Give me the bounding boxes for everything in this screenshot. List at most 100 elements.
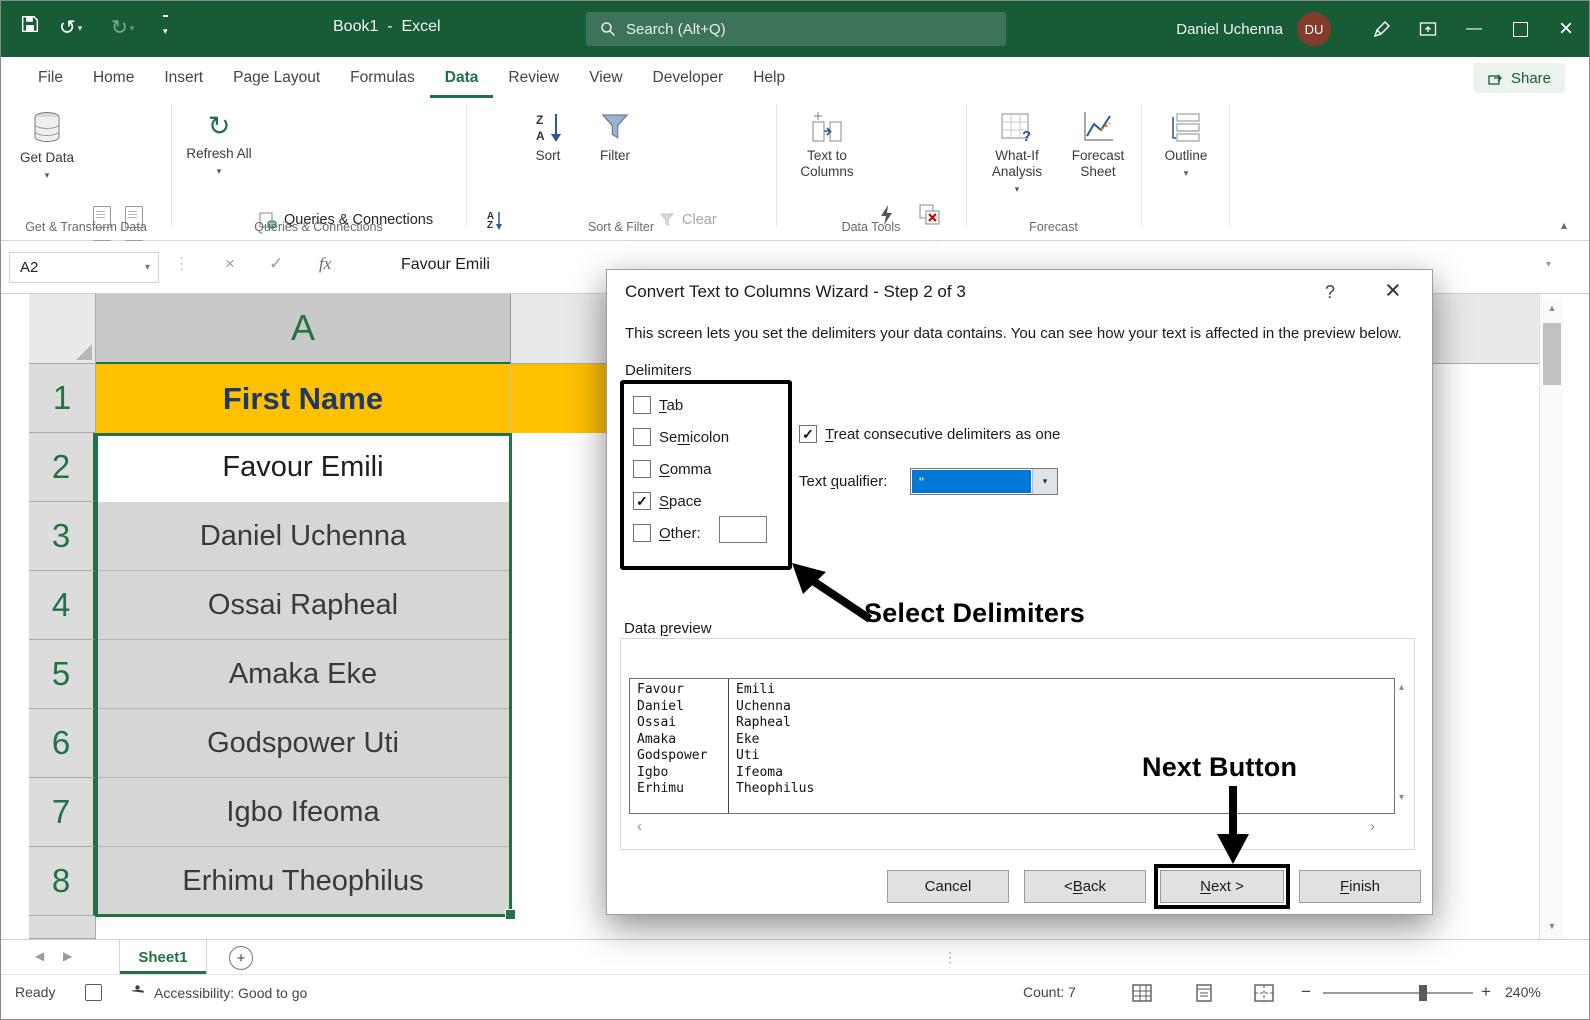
share-button[interactable]: Share	[1473, 63, 1565, 93]
filter-button[interactable]: Filter	[587, 104, 643, 214]
accessibility-status[interactable]: Accessibility: Good to go	[129, 984, 307, 1001]
space-checkbox[interactable]: ✓	[633, 492, 651, 510]
text-qualifier-dropdown-button[interactable]: ▾	[1032, 469, 1057, 494]
tab-developer[interactable]: Developer	[638, 57, 739, 98]
expand-formula-bar-button[interactable]: ▾	[1546, 259, 1551, 270]
checkbox-other[interactable]: ✓ Other:	[633, 524, 701, 542]
redo-button[interactable]: ↻▾	[111, 15, 134, 41]
cell-a3[interactable]: Daniel Uchenna	[96, 502, 511, 571]
minimize-button[interactable]: —	[1451, 1, 1497, 57]
close-button[interactable]: ×	[1543, 1, 1589, 57]
fill-handle[interactable]	[505, 909, 516, 920]
insert-function-button[interactable]: fx	[319, 254, 331, 274]
tab-checkbox[interactable]: ✓	[633, 396, 651, 414]
page-break-view-button[interactable]	[1251, 982, 1277, 1004]
get-data-button[interactable]: Get Data ▾	[9, 104, 85, 214]
cell-a8[interactable]: Erhimu Theophilus	[96, 847, 511, 916]
outline-button[interactable]: Outline ▾	[1155, 104, 1217, 214]
tab-view[interactable]: View	[574, 57, 637, 98]
back-button[interactable]: < Back	[1024, 870, 1146, 903]
tab-help[interactable]: Help	[738, 57, 800, 98]
vertical-scroll-thumb[interactable]	[1543, 323, 1561, 385]
row-header-9[interactable]	[29, 916, 96, 939]
cell-a6[interactable]: Godspower Uti	[96, 709, 511, 778]
cell-a7[interactable]: Igbo Ifeoma	[96, 778, 511, 847]
scroll-down-button[interactable]: ▼	[1540, 915, 1564, 937]
row-header-7[interactable]: 7	[29, 778, 96, 847]
preview-scroll-right-button[interactable]: ›	[1370, 818, 1375, 835]
cell-a5[interactable]: Amaka Eke	[96, 640, 511, 709]
user-avatar[interactable]: DU	[1297, 12, 1331, 46]
semicolon-checkbox[interactable]: ✓	[633, 428, 651, 446]
row-header-1[interactable]: 1	[29, 364, 96, 433]
cancel-entry-button[interactable]: ×	[225, 254, 235, 274]
dialog-close-button[interactable]: ×	[1385, 275, 1401, 306]
confirm-entry-button[interactable]: ✓	[269, 254, 283, 274]
collapse-ribbon-button[interactable]: ▴	[1561, 218, 1567, 232]
tab-data[interactable]: Data	[430, 57, 494, 98]
tab-home[interactable]: Home	[78, 57, 149, 98]
select-all-corner[interactable]	[29, 294, 96, 364]
sort-button[interactable]: ZA Sort	[519, 104, 577, 214]
checkbox-tab[interactable]: ✓ Tab	[633, 396, 683, 414]
vertical-scrollbar[interactable]: ▲ ▼	[1539, 297, 1563, 939]
normal-view-button[interactable]	[1129, 982, 1155, 1004]
text-to-columns-button[interactable]: Text to Columns	[789, 104, 865, 214]
scroll-up-button[interactable]: ▲	[1540, 297, 1564, 319]
new-sheet-button[interactable]: +	[229, 946, 253, 970]
sheet-tab-sheet1[interactable]: Sheet1	[119, 940, 207, 974]
column-header-a[interactable]: A	[96, 294, 511, 364]
zoom-slider[interactable]	[1323, 992, 1473, 994]
tab-insert[interactable]: Insert	[149, 57, 218, 98]
other-delimiter-input[interactable]	[719, 516, 767, 543]
preview-scroll-down-button[interactable]: ▾	[1399, 792, 1404, 803]
zoom-slider-thumb[interactable]	[1419, 985, 1427, 1001]
checkbox-comma[interactable]: ✓ Comma	[633, 460, 712, 478]
record-macro-button[interactable]	[85, 984, 102, 1001]
next-button[interactable]: Next >	[1160, 870, 1284, 903]
coming-soon-button[interactable]	[1359, 1, 1405, 57]
cell-a4[interactable]: Ossai Rapheal	[96, 571, 511, 640]
zoom-in-button[interactable]: +	[1481, 982, 1491, 1002]
row-header-4[interactable]: 4	[29, 571, 96, 640]
customize-qat-button[interactable]: ▾	[163, 15, 168, 44]
preview-column-divider[interactable]	[728, 679, 729, 813]
dialog-help-button[interactable]: ?	[1325, 282, 1335, 303]
row-header-5[interactable]: 5	[29, 640, 96, 709]
maximize-button[interactable]	[1497, 1, 1543, 57]
preview-scroll-up-button[interactable]: ▴	[1399, 682, 1404, 693]
row-header-3[interactable]: 3	[29, 502, 96, 571]
what-if-analysis-button[interactable]: ? What-If Analysis ▾	[981, 104, 1053, 214]
prev-sheet-button[interactable]: ◀	[35, 949, 44, 963]
zoom-level[interactable]: 240%	[1505, 984, 1541, 1000]
other-checkbox[interactable]: ✓	[633, 524, 651, 542]
tab-review[interactable]: Review	[493, 57, 574, 98]
zoom-out-button[interactable]: −	[1301, 982, 1311, 1002]
cell-a2-active[interactable]: Favour Emili	[96, 433, 511, 502]
comma-checkbox[interactable]: ✓	[633, 460, 651, 478]
ribbon-display-options-button[interactable]	[1405, 1, 1451, 57]
text-qualifier-combobox[interactable]: " ▾	[910, 468, 1058, 495]
grid-row[interactable]	[96, 916, 1541, 939]
cancel-button[interactable]: Cancel	[887, 870, 1009, 903]
cell-a1[interactable]: First Name	[96, 364, 511, 433]
tab-file[interactable]: File	[23, 57, 78, 98]
treat-consecutive-checkbox[interactable]: ✓	[799, 425, 817, 443]
page-layout-view-button[interactable]	[1191, 982, 1217, 1004]
save-button[interactable]	[21, 15, 39, 33]
name-box[interactable]: A2 ▾	[9, 252, 159, 283]
row-header-6[interactable]: 6	[29, 709, 96, 778]
checkbox-semicolon[interactable]: ✓ Semicolon	[633, 428, 729, 446]
tab-page-layout[interactable]: Page Layout	[218, 57, 335, 98]
tab-formulas[interactable]: Formulas	[335, 57, 430, 98]
refresh-all-button[interactable]: ↻ Refresh All ▾	[186, 104, 252, 214]
finish-button[interactable]: Finish	[1299, 870, 1421, 903]
checkbox-space[interactable]: ✓ Space	[633, 492, 702, 510]
preview-scroll-left-button[interactable]: ‹	[637, 818, 642, 835]
formula-bar-value[interactable]: Favour Emili	[401, 256, 490, 274]
row-header-2[interactable]: 2	[29, 433, 96, 502]
undo-button[interactable]: ↺▾	[59, 15, 82, 41]
treat-consecutive-row[interactable]: ✓ Treat consecutive delimiters as one	[799, 425, 1060, 443]
next-sheet-button[interactable]: ▶	[63, 949, 72, 963]
row-header-8[interactable]: 8	[29, 847, 96, 916]
